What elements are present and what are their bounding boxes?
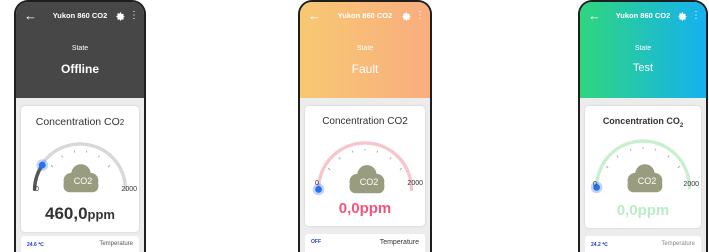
phone-screen-test: ← Yukon 860 CO2 ⋮ State Test Concentrati… (578, 0, 708, 252)
gauge-tick (327, 167, 331, 171)
card-title-text: Concentration CO (602, 116, 680, 126)
gauge-tick (616, 155, 619, 158)
co2-gauge (32, 142, 128, 193)
temperature-strip[interactable]: 24.6 ℃ Temperature (21, 236, 139, 252)
gauge-tick (654, 148, 656, 151)
co2-reading: 460,0ppm (21, 204, 139, 224)
phone-screen-fault: ← Yukon 860 CO2 ⋮ State Fault Concentrat… (298, 0, 432, 252)
gear-icon[interactable] (115, 11, 126, 22)
co2-gauge (312, 141, 414, 196)
header: ← Yukon 860 CO2 ⋮ State Offline (16, 2, 144, 98)
state-label: State (71, 45, 89, 52)
co2-gauge (590, 139, 692, 194)
gauge-tick (98, 155, 100, 158)
temperature-value: 24.2 ℃ (591, 242, 608, 248)
header: ← Yukon 860 CO2 ⋮ State Fault (300, 2, 430, 98)
temperature-label: Temperature (99, 241, 133, 247)
temperature-strip[interactable]: OFF Temperature (305, 234, 425, 252)
state-label: State (634, 45, 652, 52)
gauge-tick (677, 165, 681, 169)
temperature-value: 24.6 ℃ (27, 242, 44, 248)
co2-reading: 0,0ppm (338, 200, 392, 217)
gauge-max-label: 2000 (121, 186, 137, 193)
gauge-tick (376, 150, 378, 153)
reading-value: 460,0 (45, 204, 88, 223)
phone-screen-offline: ← Yukon 860 CO2 ⋮ State Offline Concentr… (14, 0, 146, 252)
gauge-max-label: 2000 (683, 181, 699, 188)
cloud-co2-label: CO2 (73, 176, 93, 186)
concentration-card: Concentration CO2 CO2 0 2000 0,0ppm (585, 106, 701, 228)
gear-icon[interactable] (401, 11, 412, 22)
app-bar: ← Yukon 860 CO2 ⋮ (16, 8, 144, 26)
card-title-subscript: 2 (679, 122, 684, 129)
gauge-min-label: 0 (315, 180, 319, 187)
gauge-tick (630, 148, 632, 151)
card-title-subscript: 2 (119, 118, 125, 127)
card-title-text: Concentration CO (35, 116, 120, 128)
cloud-co2-label: CO2 (637, 176, 657, 186)
gauge-tick (50, 164, 54, 168)
gauge-tick (605, 165, 609, 169)
temperature-strip[interactable]: 24.2 ℃ Temperature (585, 236, 701, 252)
card-title: Concentration CO2 (585, 116, 701, 129)
gauge-tick (107, 164, 111, 168)
reading-unit: ppm (87, 207, 115, 222)
state-label: State (356, 45, 374, 52)
more-menu-icon[interactable]: ⋮ (415, 10, 425, 22)
concentration-card: Concentration CO2 CO2 0 2000 460,0ppm (21, 106, 139, 232)
header: ← Yukon 860 CO2 ⋮ State Test (580, 2, 706, 98)
state-value: Fault (351, 62, 379, 76)
co2-reading: 0,0ppm (616, 202, 670, 219)
gauge-tick (61, 155, 63, 158)
card-title: Concentration CO2 (322, 116, 408, 127)
state-value: Test (632, 62, 654, 74)
app-bar: ← Yukon 860 CO2 ⋮ (300, 8, 430, 26)
gauge-tick (352, 150, 354, 153)
gauge-tick (338, 157, 341, 160)
gauge-min-label: 0 (593, 181, 597, 188)
card-title: Concentration CO2 (21, 116, 139, 128)
gear-icon[interactable] (677, 11, 688, 22)
gauge-max-label: 2000 (407, 180, 423, 187)
concentration-card: Concentration CO2 CO2 0 2000 0,0ppm (305, 106, 425, 226)
gauge-tick (389, 157, 392, 160)
gauge-tick (667, 155, 670, 158)
temperature-label: Temperature (379, 239, 419, 246)
more-menu-icon[interactable]: ⋮ (691, 10, 701, 22)
app-bar: ← Yukon 860 CO2 ⋮ (580, 8, 706, 26)
temperature-label: Temperature (661, 241, 695, 247)
cloud-co2-label: CO2 (359, 177, 379, 187)
temperature-value: OFF (311, 239, 321, 245)
gauge-min-label: 0 (35, 186, 39, 193)
gauge-tick (399, 167, 403, 171)
state-value: Offline (61, 62, 99, 76)
more-menu-icon[interactable]: ⋮ (129, 10, 139, 22)
